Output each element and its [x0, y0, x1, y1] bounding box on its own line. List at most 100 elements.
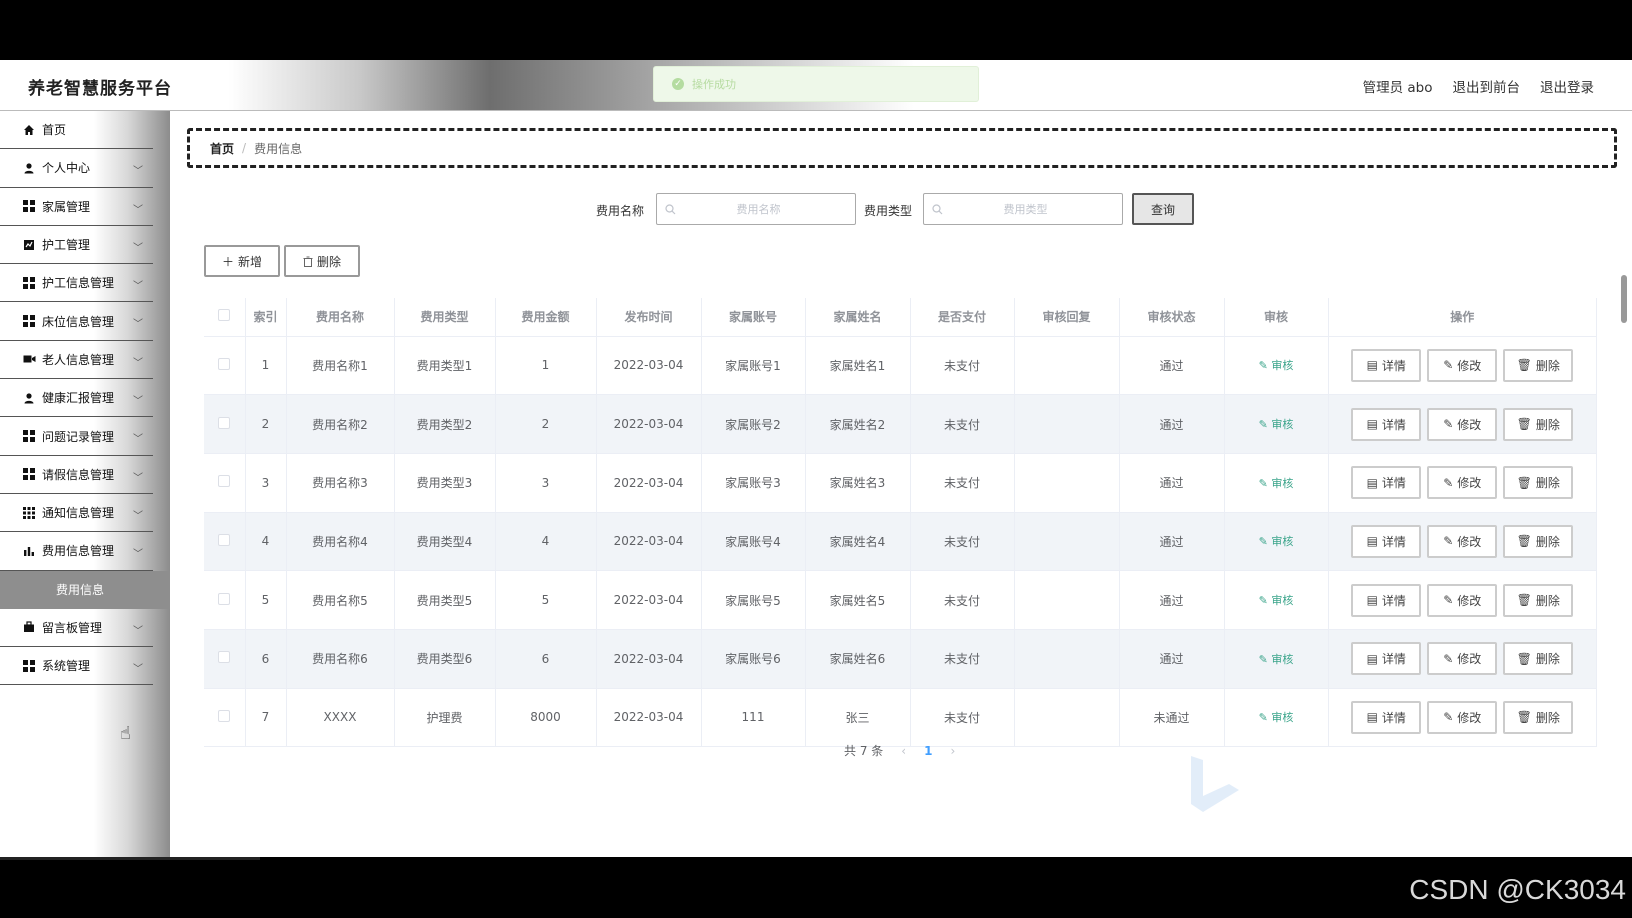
detail-button[interactable]: ▤ 详情 — [1351, 583, 1422, 617]
edit-icon: ✎ — [1258, 535, 1268, 549]
detail-button[interactable]: ▤ 详情 — [1351, 700, 1422, 734]
document-icon: ▤ — [1366, 475, 1378, 490]
csdn-watermark: CSDN @CK3034 — [1409, 874, 1626, 905]
batch-delete-button[interactable]: 删除 — [284, 245, 360, 277]
sidebar-item-notice-info[interactable]: 通知信息管理 ﹀ — [0, 494, 153, 533]
audit-link[interactable]: ✎ 审核 — [1259, 653, 1294, 666]
cell-name: 费用名称2 — [286, 394, 395, 454]
select-all-checkbox[interactable] — [218, 309, 231, 322]
sidebar-item-caregiver[interactable]: 护工管理 ﹀ — [0, 226, 153, 265]
sidebar-item-health-report[interactable]: 健康汇报管理 ﹀ — [0, 379, 153, 418]
edit-button[interactable]: ✎ 修改 — [1427, 348, 1498, 382]
detail-label: 详情 — [1381, 652, 1406, 667]
delete-button[interactable]: 🗑 删除 — [1503, 407, 1574, 441]
fee-name-input[interactable]: 费用名称 — [656, 193, 856, 225]
sidebar-item-caregiver-info[interactable]: 护工信息管理 ﹀ — [0, 264, 153, 303]
audit-link[interactable]: ✎ 审核 — [1259, 711, 1294, 724]
row-checkbox[interactable] — [218, 416, 231, 429]
sidebar-item-system[interactable]: 系统管理 ﹀ — [0, 647, 153, 686]
edit-button[interactable]: ✎ 修改 — [1427, 524, 1498, 558]
row-checkbox[interactable] — [218, 357, 231, 370]
detail-button[interactable]: ▤ 详情 — [1351, 524, 1422, 558]
delete-button[interactable]: 🗑 删除 — [1503, 466, 1574, 500]
sidebar-item-label: 健康汇报管理 — [42, 391, 115, 406]
delete-button[interactable]: 🗑 删除 — [1503, 524, 1574, 558]
back-to-front-link[interactable]: 退出到前台 — [1453, 76, 1521, 96]
audit-link[interactable]: ✎ 审核 — [1259, 418, 1294, 431]
table-row[interactable]: 4 费用名称4 费用类型4 4 2022-03-04 家属账号4 家属姓名4 未支付 通过 ✎ 审… — [204, 512, 1597, 572]
cell-name: XXXX — [286, 688, 395, 748]
chevron-down-icon: ﹀ — [133, 281, 143, 293]
audit-link[interactable]: ✎ 审核 — [1259, 535, 1294, 548]
vertical-scrollbar[interactable] — [1621, 275, 1627, 323]
detail-button[interactable]: ▤ 详情 — [1351, 466, 1422, 500]
sidebar-item-message-board[interactable]: 留言板管理 ﹀ — [0, 609, 153, 647]
sidebar-subitem-fee-info[interactable]: 费用信息 — [0, 570, 170, 609]
edit-icon: ✎ — [1258, 594, 1268, 608]
cell-fname: 家属姓名1 — [805, 336, 911, 396]
table-row[interactable]: 5 费用名称5 费用类型5 5 2022-03-04 家属账号5 家属姓名5 未支付 通过 ✎ 审… — [204, 570, 1597, 630]
cell-idx: 2 — [245, 394, 287, 454]
table-row[interactable]: 6 费用名称6 费用类型6 6 2022-03-04 家属账号6 家属姓名6 未支付 通过 ✎ 审… — [204, 629, 1597, 689]
search-icon — [932, 203, 943, 214]
grid-icon — [22, 659, 36, 673]
fee-type-input[interactable]: 费用类型 — [923, 193, 1123, 225]
sidebar-item-elder-info[interactable]: 老人信息管理 ﹀ — [0, 341, 153, 380]
sidebar-item-family[interactable]: 家属管理 ﹀ — [0, 188, 153, 226]
hand-cursor-icon: ☝ — [120, 723, 131, 744]
edit-icon: ✎ — [1258, 711, 1268, 725]
sidebar-item-fee-info[interactable]: 费用信息管理 ﹀ — [0, 532, 153, 571]
edit-button[interactable]: ✎ 修改 — [1427, 407, 1498, 441]
user-label: 管理员 abo — [1362, 80, 1433, 96]
pager-next-button[interactable]: › — [950, 744, 955, 758]
cell-type: 费用类型1 — [394, 336, 496, 396]
logout-link[interactable]: 退出登录 — [1540, 76, 1594, 96]
edit-label: 修改 — [1457, 652, 1482, 667]
edit-button[interactable]: ✎ 修改 — [1427, 583, 1498, 617]
pager-prev-button[interactable]: ‹ — [901, 744, 906, 758]
delete-button[interactable]: 🗑 删除 — [1503, 700, 1574, 734]
cell-name: 费用名称3 — [286, 453, 395, 513]
sidebar-item-issue-records[interactable]: 问题记录管理 ﹀ — [0, 417, 153, 456]
edit-button[interactable]: ✎ 修改 — [1427, 642, 1498, 676]
delete-button[interactable]: 🗑 删除 — [1503, 583, 1574, 617]
delete-button[interactable]: 🗑 删除 — [1503, 642, 1574, 676]
table-row[interactable]: 3 费用名称3 费用类型3 3 2022-03-04 家属账号3 家属姓名3 未支付 通过 ✎ 审… — [204, 453, 1597, 513]
table-row[interactable]: 1 费用名称1 费用类型1 1 2022-03-04 家属账号1 家属姓名1 未支付 通过 ✎ 审… — [204, 336, 1597, 396]
sidebar-item-home[interactable]: 首页 — [0, 111, 153, 150]
fee-name-label: 费用名称 — [596, 204, 645, 218]
row-checkbox[interactable] — [218, 709, 231, 722]
table-row[interactable]: 7 XXXX 护理费 8000 2022-03-04 111 张三 未支付 未通过 ✎ 审核 ▤ 详情… — [204, 688, 1597, 748]
edit-icon: ✎ — [1443, 417, 1454, 432]
sidebar-item-profile[interactable]: 个人中心 ﹀ — [0, 149, 153, 188]
table-row[interactable]: 2 费用名称2 费用类型2 2 2022-03-04 家属账号2 家属姓名2 未支付 通过 ✎ 审… — [204, 394, 1597, 454]
delete-label: 删除 — [1535, 476, 1560, 491]
cell-paid: 未支付 — [910, 453, 1015, 513]
add-button[interactable]: ＋ 新增 — [204, 245, 280, 277]
sidebar-item-bed-info[interactable]: 床位信息管理 ﹀ — [0, 302, 153, 341]
sidebar-item-leave-info[interactable]: 请假信息管理 ﹀ — [0, 456, 153, 494]
row-checkbox[interactable] — [218, 592, 231, 605]
edit-icon: ✎ — [1443, 710, 1454, 725]
cell-status: 通过 — [1119, 453, 1225, 513]
cell-time: 2022-03-04 — [596, 512, 702, 572]
breadcrumb-home[interactable]: 首页 — [210, 140, 234, 157]
audit-link[interactable]: ✎ 审核 — [1259, 359, 1294, 372]
detail-button[interactable]: ▤ 详情 — [1351, 407, 1422, 441]
audit-link[interactable]: ✎ 审核 — [1259, 594, 1294, 607]
col-header: 操作 — [1328, 298, 1597, 337]
cell-time: 2022-03-04 — [596, 394, 702, 454]
pager-page-1[interactable]: 1 — [924, 744, 932, 758]
row-checkbox[interactable] — [218, 651, 231, 664]
query-button[interactable]: 查询 — [1132, 193, 1194, 225]
detail-button[interactable]: ▤ 详情 — [1351, 642, 1422, 676]
detail-button[interactable]: ▤ 详情 — [1351, 348, 1422, 382]
delete-button[interactable]: 🗑 删除 — [1503, 348, 1574, 382]
add-button-label: 新增 — [238, 254, 263, 269]
edit-button[interactable]: ✎ 修改 — [1427, 700, 1498, 734]
edit-button[interactable]: ✎ 修改 — [1427, 466, 1498, 500]
col-header: 费用金额 — [495, 298, 597, 337]
audit-link[interactable]: ✎ 审核 — [1259, 477, 1294, 490]
row-checkbox[interactable] — [218, 533, 231, 546]
row-checkbox[interactable] — [218, 475, 231, 488]
